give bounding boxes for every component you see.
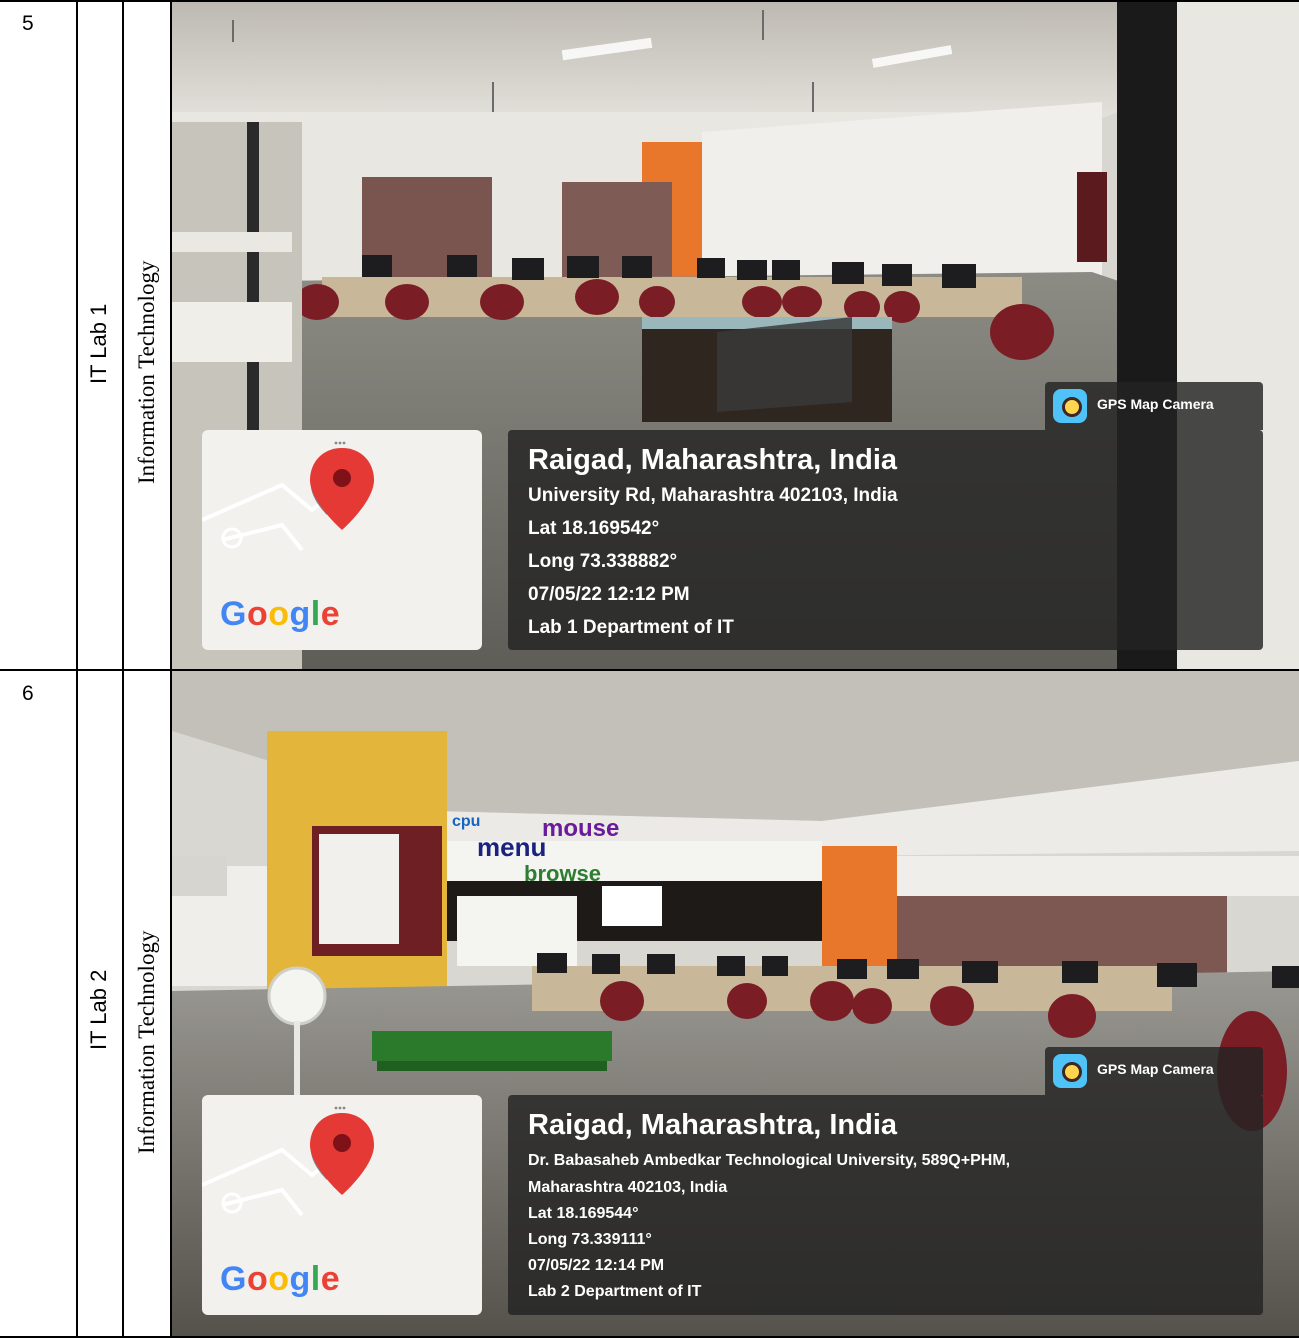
row-number: 6 bbox=[22, 682, 34, 705]
wall-word-browse: browse bbox=[524, 861, 601, 886]
lab-photo-2: menu mouse browse cpu Google GPS Map Cam… bbox=[172, 671, 1299, 1336]
lab-name: IT Lab 2 bbox=[86, 969, 111, 1050]
department-name: Information Technology bbox=[134, 260, 159, 484]
google-logo: Google bbox=[220, 1260, 341, 1298]
gps-map-camera-badge: GPS Map Camera bbox=[1045, 1047, 1263, 1095]
map-thumbnail: Google bbox=[202, 430, 482, 650]
wall-word-menu: menu bbox=[477, 832, 546, 862]
gps-app-label: GPS Map Camera bbox=[1097, 1061, 1214, 1077]
wall-word-cpu: cpu bbox=[452, 813, 480, 830]
latitude: Lat 18.169544° bbox=[528, 1205, 639, 1222]
latitude: Lat 18.169542° bbox=[528, 518, 660, 539]
table-col-divider-2 bbox=[122, 0, 124, 1338]
table-col-divider-1 bbox=[76, 0, 78, 1338]
wall-word-mouse: mouse bbox=[542, 815, 619, 842]
gps-map-camera-badge: GPS Map Camera bbox=[1045, 382, 1263, 430]
timestamp: 07/05/22 12:14 PM bbox=[528, 1257, 665, 1274]
gps-app-label: GPS Map Camera bbox=[1097, 396, 1214, 412]
photo-note: Lab 1 Department of IT bbox=[528, 617, 734, 638]
document-table: 5 IT Lab 1 Information Technology Google… bbox=[0, 0, 1299, 1338]
lab-photo-1: Google GPS Map Camera Raigad, Maharashtr… bbox=[172, 2, 1299, 669]
department-name: Information Technology bbox=[134, 930, 159, 1154]
gps-camera-icon bbox=[1053, 1054, 1087, 1088]
longitude: Long 73.338882° bbox=[528, 551, 678, 572]
address-line-2: Maharashtra 402103, India bbox=[528, 1179, 728, 1196]
map-thumbnail: Google bbox=[202, 1095, 482, 1315]
address-line: University Rd, Maharashtra 402103, India bbox=[528, 485, 898, 506]
geotag-info-card: Raigad, Maharashtra, India Dr. Babasaheb… bbox=[508, 1095, 1263, 1315]
geotag-info-card: Raigad, Maharashtra, India University Rd… bbox=[508, 430, 1263, 650]
row-number: 5 bbox=[22, 12, 34, 35]
gps-camera-icon bbox=[1053, 389, 1087, 423]
address-line: Dr. Babasaheb Ambedkar Technological Uni… bbox=[528, 1152, 1011, 1169]
timestamp: 07/05/22 12:12 PM bbox=[528, 584, 690, 605]
lab-name: IT Lab 1 bbox=[86, 303, 111, 384]
place-title: Raigad, Maharashtra, India bbox=[528, 1109, 898, 1141]
photo-note: Lab 2 Department of IT bbox=[528, 1283, 702, 1300]
longitude: Long 73.339111° bbox=[528, 1231, 652, 1248]
google-logo: Google bbox=[220, 595, 341, 633]
place-title: Raigad, Maharashtra, India bbox=[528, 444, 898, 476]
